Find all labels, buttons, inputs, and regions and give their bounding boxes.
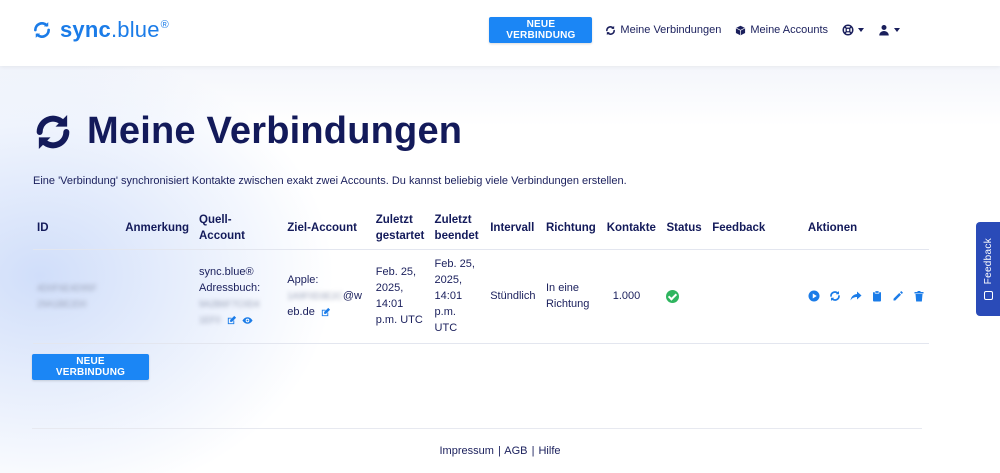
column-header-feedback: Feedback [712, 221, 766, 234]
sync-icon [606, 25, 616, 35]
user-menu-toggle[interactable] [878, 24, 900, 36]
top-navbar: sync.blue® NEUE VERBINDUNG Meine Verbind… [0, 0, 1000, 66]
cell-status [662, 248, 709, 344]
main-nav: NEUE VERBINDUNG Meine Verbindungen Meine… [489, 17, 914, 43]
eye-icon[interactable] [242, 315, 253, 326]
sync-icon [36, 114, 70, 149]
cell-source-account: sync.blue® Adressbuch: 9A2B6F7C0D4 1EF0 [195, 248, 284, 344]
cell-actions [794, 248, 929, 344]
table-header-row: ID Anmerkung Quell- Account Ziel-Account … [33, 207, 929, 249]
page-description: Eine 'Verbindung' synchronisiert Kontakt… [33, 175, 627, 187]
user-icon [879, 25, 889, 36]
brand-name: sync.blue® [60, 17, 169, 42]
cell-interval: Stündlich [486, 248, 542, 344]
cell-direction: In eine Richtung [541, 248, 603, 344]
clipboard-icon[interactable] [871, 290, 883, 302]
cell-contacts: 1.000 [602, 248, 663, 344]
share-icon[interactable] [850, 290, 862, 302]
footer-divider [32, 428, 922, 429]
brand-logo[interactable]: sync.blue® [32, 17, 169, 43]
column-header-target: Ziel-Account [287, 221, 357, 234]
footer-separator: | [531, 445, 535, 457]
play-icon[interactable] [808, 290, 820, 302]
edit-icon[interactable] [320, 307, 331, 318]
footer-link-agb[interactable]: AGB [504, 445, 527, 457]
footer: Impressum | AGB | Hilfe [0, 445, 1000, 457]
column-header-id: ID [37, 221, 49, 234]
column-header-direction: Richtung [545, 221, 596, 234]
nav-my-accounts[interactable]: Meine Accounts [735, 24, 828, 36]
cell-id: 4D0F6E4D95F 29A1BE2D0 [33, 248, 122, 344]
chevron-down-icon [894, 28, 900, 32]
feedback-icon [983, 290, 993, 300]
nav-label: Meine Accounts [750, 24, 828, 36]
cell-last-started: Feb. 25, 2025, 14:01 p.m. UTC [371, 248, 431, 344]
column-header-note: Anmerkung [125, 221, 190, 234]
cell-note [121, 248, 195, 344]
new-connection-button-bottom[interactable]: NEUE VERBINDUNG [32, 354, 149, 380]
column-header-actions: Aktionen [807, 221, 858, 234]
status-ok-icon [666, 289, 680, 303]
table-row: 4D0F6E4D95F 29A1BE2D0 sync.blue® Adressb… [33, 248, 929, 344]
trash-icon[interactable] [913, 290, 925, 302]
edit-icon[interactable] [226, 315, 237, 326]
footer-link-help[interactable]: Hilfe [538, 445, 560, 457]
column-header-contacts: Kontakte [606, 221, 656, 234]
help-menu-toggle[interactable] [842, 24, 864, 36]
sync-icon [34, 22, 51, 38]
chevron-down-icon [858, 28, 864, 32]
new-connection-button[interactable]: NEUE VERBINDUNG [489, 17, 593, 43]
cell-target-account: Apple: 1A9F0D3E2C@w eb.de [283, 248, 372, 344]
pencil-icon[interactable] [892, 290, 904, 302]
lifebuoy-icon [842, 24, 854, 36]
connections-table: ID Anmerkung Quell- Account Ziel-Account … [33, 207, 929, 344]
page-heading: Meine Verbindungen [33, 110, 462, 153]
footer-separator: | [497, 445, 501, 457]
feedback-tab[interactable]: Feedback [976, 222, 1000, 316]
column-header-status: Status [666, 221, 702, 234]
cell-last-ended: Feb. 25, 2025, 14:01 p.m. UTC [430, 248, 487, 344]
sync-icon[interactable] [829, 290, 841, 302]
page-title: Meine Verbindungen [87, 110, 463, 152]
cell-feedback [708, 248, 795, 344]
column-header-last-started: Zuletzt gestartet [375, 213, 425, 242]
nav-label: Meine Verbindungen [620, 24, 722, 36]
nav-my-connections[interactable]: Meine Verbindungen [605, 24, 721, 36]
column-header-source: Quell- Account [199, 213, 245, 242]
column-header-interval: Intervall [490, 221, 535, 234]
cube-icon [736, 25, 746, 35]
feedback-tab-label: Feedback [982, 238, 994, 285]
footer-link-impressum[interactable]: Impressum [439, 445, 493, 457]
column-header-last-ended: Zuletzt beendet [434, 213, 479, 242]
